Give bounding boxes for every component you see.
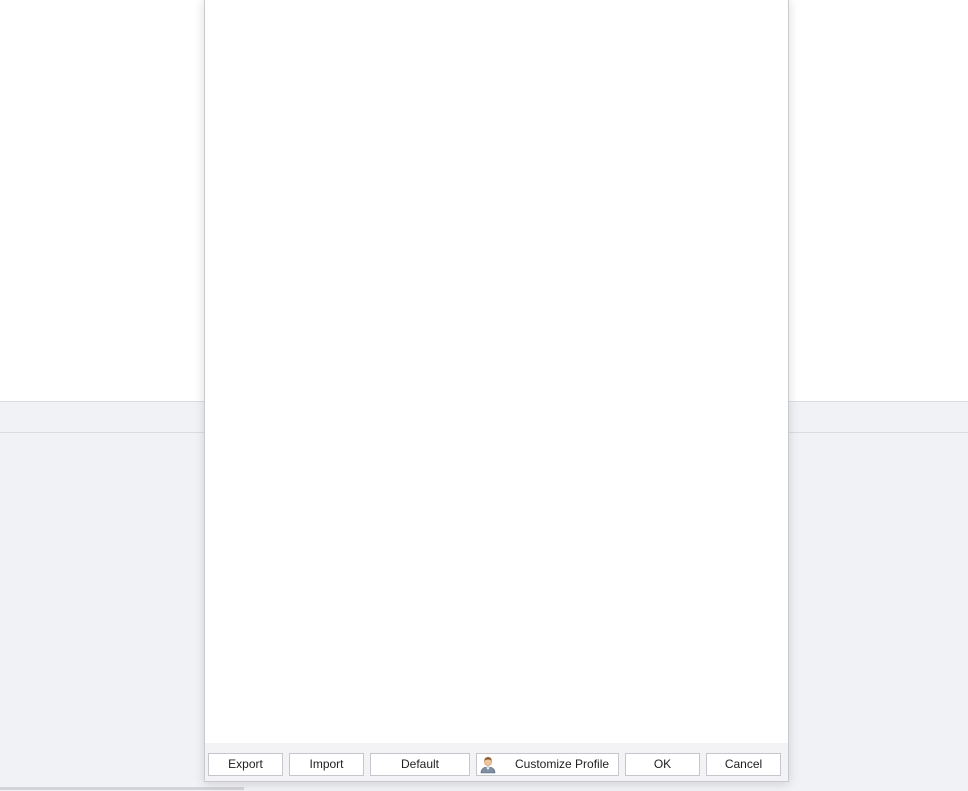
ok-button-label: OK	[653, 757, 672, 771]
default-button-label: Default	[400, 757, 440, 771]
ok-button[interactable]: OK	[625, 753, 700, 776]
default-button[interactable]: Default	[370, 753, 470, 776]
cancel-button-label: Cancel	[724, 757, 763, 771]
customize-profile-button[interactable]: Customize Profile	[476, 753, 619, 776]
import-button[interactable]: Import	[289, 753, 364, 776]
export-button-label: Export	[228, 757, 263, 771]
dialog-footer: Export Import Default Customize Profile …	[205, 743, 788, 781]
horizontal-scrollbar-thumb[interactable]	[0, 787, 244, 790]
options-dialog: Export Import Default Customize Profile …	[204, 0, 789, 782]
customize-profile-button-label: Customize Profile	[515, 757, 610, 771]
export-button[interactable]: Export	[208, 753, 283, 776]
dialog-content-area	[205, 0, 788, 743]
user-profile-icon	[480, 757, 496, 774]
cancel-button[interactable]: Cancel	[706, 753, 781, 776]
import-button-label: Import	[309, 757, 344, 771]
